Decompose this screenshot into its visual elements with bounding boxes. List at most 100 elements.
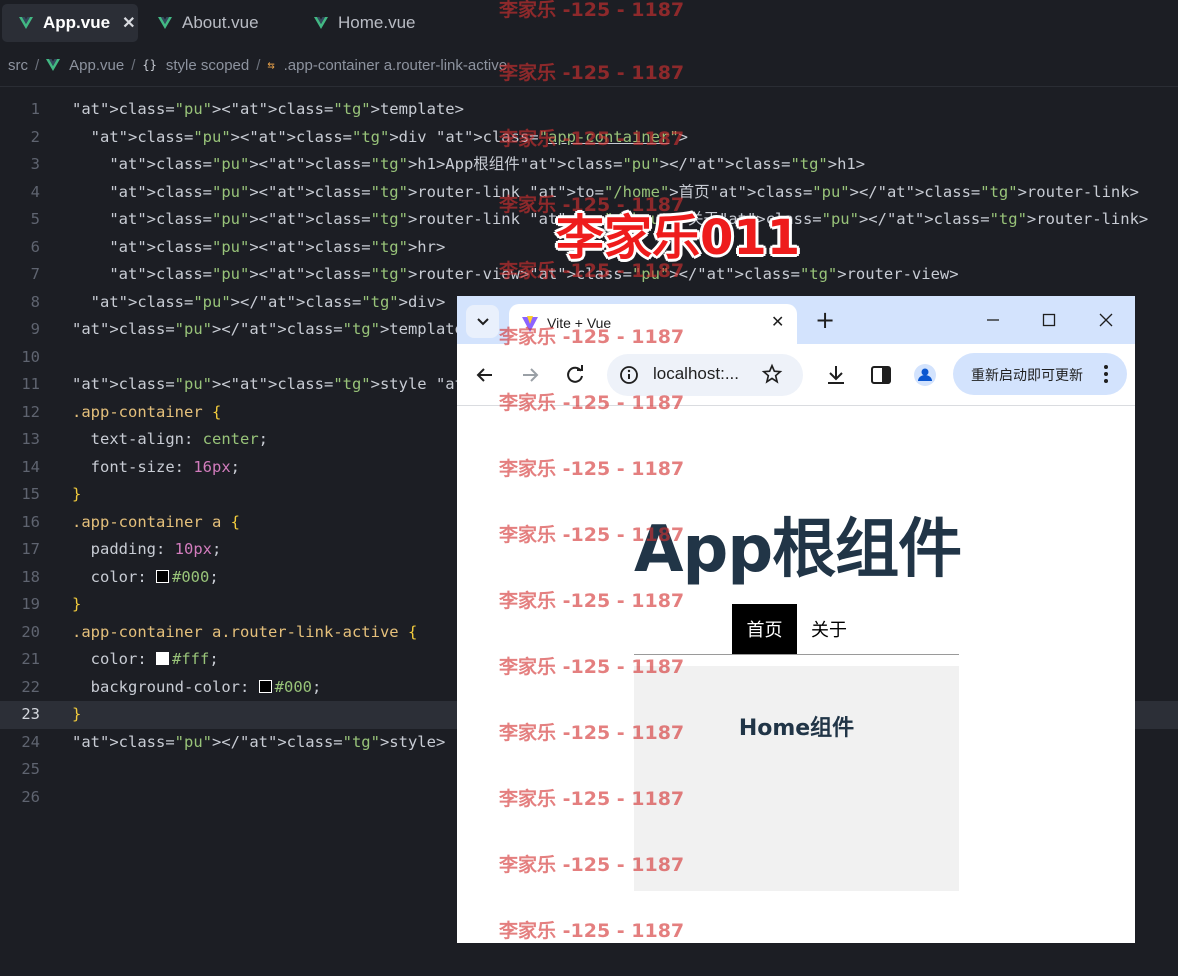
vue-icon (314, 17, 328, 29)
code-text: "at">class="pu"><"at">class="tg">hr> (109, 237, 446, 256)
tab-home-vue[interactable]: Home.vue (314, 4, 454, 42)
line-number: 8 (30, 292, 40, 311)
braces-icon: {} (142, 58, 157, 72)
code-text: } (72, 595, 82, 613)
line-number: 9 (30, 320, 40, 338)
line-number: 25 (21, 760, 40, 778)
code-text: padding: 10px; (90, 540, 222, 558)
line-number: 12 (21, 402, 40, 421)
tab-label: App.vue (43, 13, 111, 32)
code-text: } (72, 705, 82, 723)
breadcrumb-block[interactable]: style scoped (166, 57, 249, 74)
breadcrumb-separator: / (35, 56, 40, 74)
line-number: 17 (21, 540, 40, 558)
breadcrumb-selector[interactable]: .app-container a.router-link-active (284, 57, 507, 74)
line-number: 3 (30, 155, 40, 173)
code-text: "at">class="pu"><"at">class="tg">div "at… (90, 127, 688, 146)
selector-icon: ⇆ (267, 58, 275, 72)
line-number: 5 (30, 210, 40, 228)
update-label: 重新启动即可更新 (971, 368, 1083, 384)
line-number: 26 (21, 787, 40, 806)
vue-icon (46, 59, 61, 71)
breadcrumb-separator: / (131, 56, 136, 74)
line-number: 6 (30, 237, 40, 256)
star-icon[interactable] (761, 363, 783, 385)
code-text: "at">class="pu"></"at">class="tg">div> (90, 292, 446, 311)
maximize-button[interactable] (1038, 309, 1060, 331)
line-number: 14 (21, 457, 40, 476)
update-button[interactable]: 重新启动即可更新 (953, 353, 1127, 395)
line-number: 18 (21, 567, 40, 586)
code-text: color: #000; (90, 567, 219, 586)
code-line[interactable]: 3 "at">class="pu"><"at">class="tg">h1>Ap… (0, 151, 1178, 179)
close-icon[interactable]: ✕ (122, 13, 135, 33)
watermark-text: 李家乐 -125 - 1187 (499, 62, 685, 84)
toolbar-divider (457, 405, 1135, 406)
code-text: .app-container a { (72, 512, 240, 531)
code-text: "at">class="pu"></"at">class="tg">style> (72, 732, 446, 751)
code-text: "at">class="pu"><"at">class="tg">templat… (72, 100, 464, 118)
line-number: 1 (30, 100, 40, 118)
tab-label: About.vue (182, 13, 259, 32)
window-close-button[interactable] (1095, 309, 1117, 331)
more-icon[interactable] (1103, 364, 1109, 384)
home-heading: Home组件 (738, 716, 855, 741)
code-text: font-size: 16px; (90, 457, 241, 476)
router-link-home[interactable]: 首页 (732, 604, 797, 654)
code-text: color: #fff; (90, 650, 219, 668)
address-bar[interactable]: localhost:... (607, 354, 803, 396)
browser-tab[interactable]: Vite + Vue ✕ (509, 304, 797, 346)
line-number: 4 (30, 182, 40, 201)
browser-window: Vite + Vue ✕ + localhost:... 重新启动即可更新 Ap… (457, 296, 1135, 943)
page-heading: App根组件 (634, 513, 962, 587)
reload-icon[interactable] (563, 363, 587, 387)
line-number: 21 (21, 650, 40, 668)
profile-icon[interactable] (913, 363, 937, 387)
code-text: text-align: center; (90, 430, 269, 448)
vite-icon (522, 316, 538, 332)
url-text: localhost:... (653, 364, 739, 383)
line-number: 13 (21, 430, 40, 448)
code-text: .app-container a.router-link-active { (72, 622, 418, 641)
line-number: 20 (21, 622, 40, 641)
close-icon (1099, 313, 1113, 327)
line-number: 22 (21, 677, 40, 696)
vue-icon (158, 17, 172, 29)
back-icon[interactable] (473, 363, 497, 387)
router-link-about[interactable]: 关于 (797, 604, 861, 654)
side-panel-icon[interactable] (869, 363, 893, 387)
watermark-large: 李家乐011 (556, 210, 801, 266)
code-line[interactable]: 2 "at">class="pu"><"at">class="tg">div "… (0, 124, 1178, 152)
browser-tab-title: Vite + Vue (547, 315, 612, 331)
breadcrumb-src[interactable]: src (8, 57, 28, 74)
line-number: 2 (30, 127, 40, 146)
vue-icon (19, 17, 33, 29)
chevron-down-icon (476, 317, 489, 325)
horizontal-rule (634, 654, 959, 655)
line-number: 24 (21, 732, 40, 751)
download-icon[interactable] (824, 363, 848, 387)
breadcrumb-separator: / (256, 56, 261, 74)
minimize-icon (987, 319, 999, 321)
tab-app-vue[interactable]: App.vue ✕ (2, 4, 138, 42)
minimize-button[interactable] (982, 309, 1004, 331)
line-number: 19 (21, 595, 40, 613)
line-number: 7 (30, 265, 40, 283)
forward-icon[interactable] (518, 363, 542, 387)
new-tab-button[interactable]: + (815, 306, 835, 334)
code-text: background-color: #000; (90, 677, 322, 696)
breadcrumb-divider (0, 86, 1178, 87)
router-view-home: Home组件 (634, 666, 959, 891)
editor-tab-bar: App.vue ✕ About.vue Home.vue (0, 0, 1178, 46)
tab-search-button[interactable] (466, 305, 499, 338)
browser-tab-strip: Vite + Vue ✕ + (457, 296, 1135, 346)
code-text: .app-container { (72, 402, 222, 421)
code-text: "at">class="pu"></"at">class="tg">templa… (72, 320, 474, 338)
code-line[interactable]: 1 "at">class="pu"><"at">class="tg">templa… (0, 96, 1178, 124)
code-text: "at">class="pu"><"at">class="tg">h1>App根… (109, 155, 866, 173)
close-icon[interactable]: ✕ (771, 312, 784, 331)
breadcrumb-file[interactable]: App.vue (69, 57, 124, 74)
tab-about-vue[interactable]: About.vue (158, 4, 298, 42)
info-icon[interactable] (619, 365, 639, 385)
line-number: 23 (21, 705, 40, 723)
